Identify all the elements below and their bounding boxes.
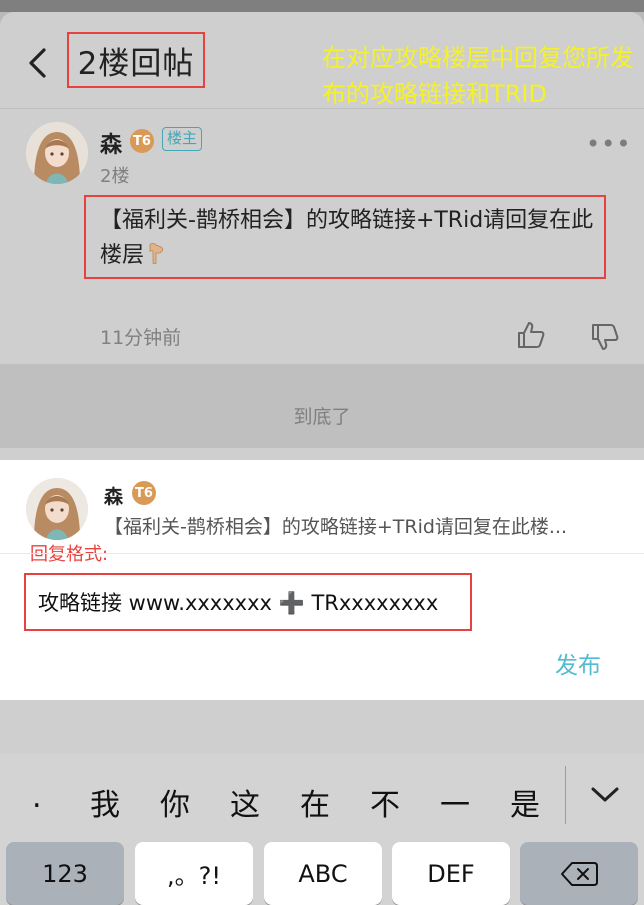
chevron-down-icon [591,787,619,802]
quoted-content: 【福利关-鹊桥相会】的攻略链接+TRid请回复在此楼... [104,516,568,538]
candidate-key[interactable]: . [32,780,42,815]
publish-button[interactable]: 发布 [555,646,601,680]
annotation-text: 在对应攻略楼层中回复您所发布的攻略链接和TRID [322,44,634,108]
panel-divider [0,553,644,554]
keyboard-gap [0,700,644,754]
end-of-list-text: 到底了 [293,406,351,428]
delete-key[interactable] [520,842,638,905]
chevron-left-icon [29,48,46,78]
key-def[interactable]: DEF [392,842,510,905]
candidate-key[interactable]: 不 [370,780,400,824]
thumbs-up-icon [518,322,545,348]
level-badge: T6 [132,481,156,505]
backspace-icon [561,861,598,886]
key-abc[interactable]: ABC [264,842,382,905]
post-content: 【福利关-鹊桥相会】的攻略链接+TRid请回复在此楼层 [100,208,594,268]
title-highlight-box: 2楼回帖 [67,32,205,88]
more-options-button[interactable]: ••• [586,130,631,158]
candidate-key[interactable]: 这 [230,780,260,824]
post-username[interactable]: 森 [100,127,122,159]
owner-tag: 楼主 [162,127,203,151]
page-title: 2楼回帖 [77,45,195,82]
dislike-button[interactable] [590,322,620,352]
floor-label: 2楼 [100,166,130,187]
back-button[interactable] [24,46,52,80]
reply-username: 森 [104,486,124,508]
pointing-down-icon [149,243,164,265]
candidate-divider [565,766,566,824]
status-strip [0,0,644,12]
key-punctuation[interactable]: ,。?! [135,842,253,905]
like-button[interactable] [516,320,546,350]
candidate-key[interactable]: 在 [300,780,330,824]
avatar[interactable] [26,122,88,184]
candidate-key[interactable]: 一 [440,780,470,824]
candidate-key[interactable]: 你 [160,780,190,824]
thumbs-down-icon [592,324,619,350]
collapse-keyboard-button[interactable] [588,782,622,806]
reply-input-value: 攻略链接 www.xxxxxxx ➕ TRxxxxxxxx [38,591,439,615]
header-divider [0,108,644,109]
post-content-highlight: 【福利关-鹊桥相会】的攻略链接+TRid请回复在此楼层 [84,195,606,279]
candidate-key[interactable]: 我 [90,780,120,824]
avatar-image [26,122,88,184]
header: 2楼回帖 在对应攻略楼层中回复您所发布的攻略链接和TRID [0,12,644,108]
avatar-image [26,478,88,540]
reply-input[interactable]: 攻略链接 www.xxxxxxx ➕ TRxxxxxxxx [24,573,472,631]
reply-avatar [26,478,88,540]
level-badge: T6 [130,129,154,153]
key-numbers[interactable]: 123 [6,842,124,905]
candidate-key[interactable]: 是 [510,780,540,824]
post-time: 11分钟前 [100,327,182,349]
